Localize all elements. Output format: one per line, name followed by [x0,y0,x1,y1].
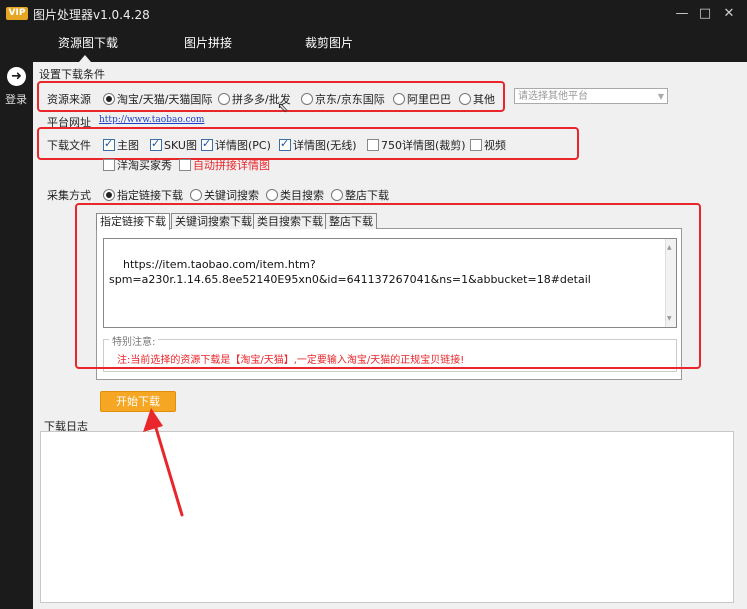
login-label[interactable]: 登录 [5,91,27,107]
checkbox-detail-pc[interactable] [201,137,213,151]
collect-option-link[interactable]: 指定链接下载 [117,187,183,203]
checkbox-main-image[interactable] [103,137,115,151]
checkbox-video[interactable] [470,139,482,151]
mouse-cursor-icon: ⇖ [277,100,289,116]
maximize-button[interactable]: □ [697,6,713,22]
other-platform-placeholder: 请选择其他平台 [518,91,588,102]
source-radio-jd[interactable] [301,93,313,105]
collect-radio-link[interactable] [103,189,115,201]
collect-radio-shop[interactable] [331,189,343,201]
close-button[interactable]: ✕ [721,6,737,22]
annotation-arrow-icon [143,408,184,517]
minimize-button[interactable]: — [674,6,690,22]
checkbox-sku-image[interactable] [150,137,162,151]
option-main-image[interactable]: 主图 [117,137,139,153]
tab-crop-image[interactable]: 裁剪图片 [305,34,353,51]
top-tab-bar: 资源图下载 图片拼接 裁剪图片 [0,28,747,62]
active-tab-indicator [79,55,91,62]
download-files-label: 下载文件 [47,139,91,152]
source-radio-taobao[interactable] [103,93,115,105]
subtab-link-download[interactable]: 指定链接下载 [96,213,170,230]
option-detail-pc[interactable]: 详情图(PC) [215,137,271,153]
option-detail-mobile[interactable]: 详情图(无线) [293,137,357,153]
vip-badge: VIP [6,7,28,20]
option-video[interactable]: 视频 [484,137,506,153]
checkbox-auto-stitch[interactable] [179,159,191,171]
title-bar: VIP 图片处理器v1.0.4.28 — □ ✕ [0,0,747,28]
conditions-header: 设置下载条件 [39,68,105,81]
collect-option-shop[interactable]: 整店下载 [345,187,389,203]
other-platform-select[interactable]: 请选择其他平台 ▼ [514,88,668,104]
checkbox-detail-mobile[interactable] [279,137,291,151]
login-arrow-icon[interactable]: ➜ [7,67,26,86]
option-sku-image[interactable]: SKU图 [164,137,197,153]
option-auto-stitch[interactable]: 自动拼接详情图 [193,157,270,173]
option-750-detail[interactable]: 750详情图(裁剪) [381,137,466,153]
sidebar: ➜ 登录 [0,62,33,609]
collect-option-category[interactable]: 类目搜索 [280,187,324,203]
source-label: 资源来源 [47,93,91,106]
source-option-other[interactable]: 其他 [473,91,495,107]
source-radio-other[interactable] [459,93,471,105]
main-panel: 设置下载条件 资源来源 淘宝/天猫/天猫国际 拼多多/批发 ⇖ 京东/京东国际 … [33,62,747,609]
platform-url-link[interactable]: http://www.taobao.com [99,115,204,125]
tab-image-stitch[interactable]: 图片拼接 [184,34,232,51]
source-option-jd[interactable]: 京东/京东国际 [315,91,385,107]
collect-radio-category[interactable] [266,189,278,201]
source-radio-pinduoduo[interactable] [218,93,230,105]
chevron-down-icon: ▼ [657,92,664,101]
collect-option-keyword[interactable]: 关键词搜索 [204,187,259,203]
checkbox-buyer-show[interactable] [103,159,115,171]
option-buyer-show[interactable]: 洋淘买家秀 [117,157,172,173]
checkbox-750-detail[interactable] [367,139,379,151]
source-radio-alibaba[interactable] [393,93,405,105]
tab-resource-download[interactable]: 资源图下载 [58,34,118,51]
collect-method-label: 采集方式 [47,189,91,202]
source-option-alibaba[interactable]: 阿里巴巴 [407,91,451,107]
app-title: 图片处理器v1.0.4.28 [33,8,150,22]
collect-radio-keyword[interactable] [190,189,202,201]
source-option-taobao[interactable]: 淘宝/天猫/天猫国际 [117,91,212,107]
